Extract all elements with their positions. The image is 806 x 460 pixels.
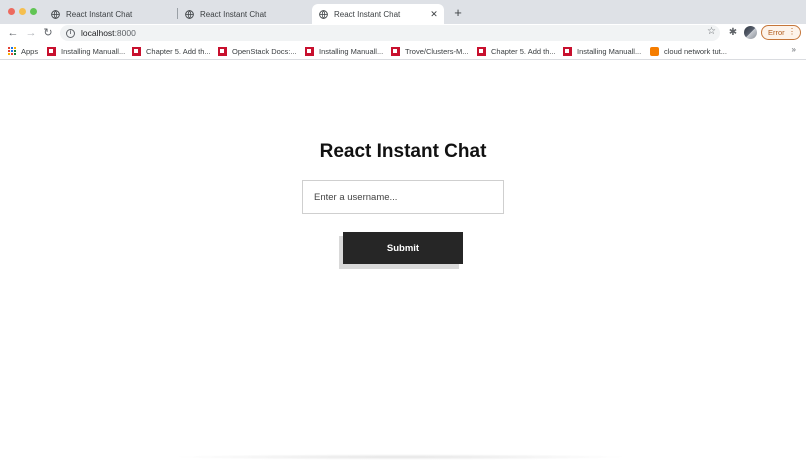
redhat-icon	[47, 46, 56, 56]
page-content: React Instant Chat Submit	[0, 61, 806, 460]
globe-icon	[319, 9, 328, 19]
bookmark-label: Apps	[21, 46, 39, 56]
more-bookmarks-button[interactable]: »	[792, 45, 796, 54]
back-arrow-icon[interactable]: ←	[6, 26, 20, 40]
bookmark-item[interactable]: Installing Manuall...	[47, 45, 125, 57]
maximize-window-button[interactable]	[30, 8, 37, 15]
bookmark-item[interactable]: Trove/Clusters-M...	[391, 45, 468, 57]
redhat-icon	[563, 46, 572, 56]
url-text: localhost:8000	[81, 28, 136, 38]
extensions-puzzle-icon[interactable]: ✱	[727, 27, 739, 39]
globe-icon	[51, 9, 60, 19]
address-bar[interactable]: i localhost:8000 ☆	[60, 25, 720, 41]
minimize-window-button[interactable]	[19, 8, 26, 15]
bookmark-label: Trove/Clusters-M...	[405, 46, 469, 56]
redhat-icon	[132, 46, 141, 56]
browser-tab-1[interactable]: React Instant Chat	[44, 4, 176, 24]
close-tab-icon[interactable]: ✕	[428, 9, 440, 20]
tab-strip: React Instant Chat React Instant Chat Re…	[0, 0, 806, 24]
bookmark-item[interactable]: Chapter 5. Add th...	[132, 45, 211, 57]
close-window-button[interactable]	[8, 8, 15, 15]
bookmark-label: Installing Manuall...	[319, 46, 384, 56]
redhat-icon	[218, 46, 227, 56]
username-input[interactable]	[302, 180, 504, 214]
profile-avatar[interactable]	[744, 26, 757, 39]
tab-title: React Instant Chat	[200, 9, 267, 19]
bookmark-label: OpenStack Docs:...	[232, 46, 297, 56]
redhat-icon	[477, 46, 486, 56]
tab-title: React Instant Chat	[66, 9, 133, 19]
browser-tab-3-active[interactable]: React Instant Chat ✕	[312, 4, 444, 24]
redhat-icon	[305, 46, 314, 56]
apps-grid-icon	[8, 47, 16, 55]
info-icon[interactable]: i	[66, 28, 75, 38]
blogger-icon	[650, 46, 659, 56]
bookmark-label: Chapter 5. Add th...	[491, 46, 556, 56]
error-profile-button[interactable]: Error ⋮	[761, 25, 801, 40]
error-label: Error	[768, 28, 785, 37]
browser-tab-2[interactable]: React Instant Chat	[178, 4, 310, 24]
bookmark-apps[interactable]: Apps	[8, 45, 38, 57]
bookmark-item[interactable]: OpenStack Docs:...	[218, 45, 297, 57]
bookmark-item[interactable]: Installing Manuall...	[305, 45, 383, 57]
bookmark-label: cloud network tut...	[664, 46, 727, 56]
browser-toolbar: ← → ↻ i localhost:8000 ☆ ✱ Error ⋮	[0, 24, 806, 42]
bookmark-label: Installing Manuall...	[577, 46, 642, 56]
bookmark-item[interactable]: Installing Manuall...	[563, 45, 641, 57]
submit-button[interactable]: Submit	[343, 232, 463, 264]
redhat-icon	[391, 46, 400, 56]
bookmark-label: Installing Manuall...	[61, 46, 126, 56]
globe-icon	[185, 9, 194, 19]
forward-arrow-icon[interactable]: →	[24, 26, 38, 40]
bookmark-label: Chapter 5. Add th...	[146, 46, 211, 56]
bookmarks-bar: Apps Installing Manuall... Chapter 5. Ad…	[0, 42, 806, 60]
reload-icon[interactable]: ↻	[41, 26, 55, 40]
tab-title: React Instant Chat	[334, 9, 401, 19]
page-title: React Instant Chat	[319, 141, 487, 162]
menu-dots-icon[interactable]: ⋮	[788, 27, 796, 36]
bookmark-star-icon[interactable]: ☆	[707, 26, 716, 37]
new-tab-button[interactable]: +	[451, 6, 465, 20]
bookmark-item[interactable]: cloud network tut...	[650, 45, 727, 57]
bookmark-item[interactable]: Chapter 5. Add th...	[477, 45, 556, 57]
bottom-edge-shadow	[170, 454, 630, 460]
